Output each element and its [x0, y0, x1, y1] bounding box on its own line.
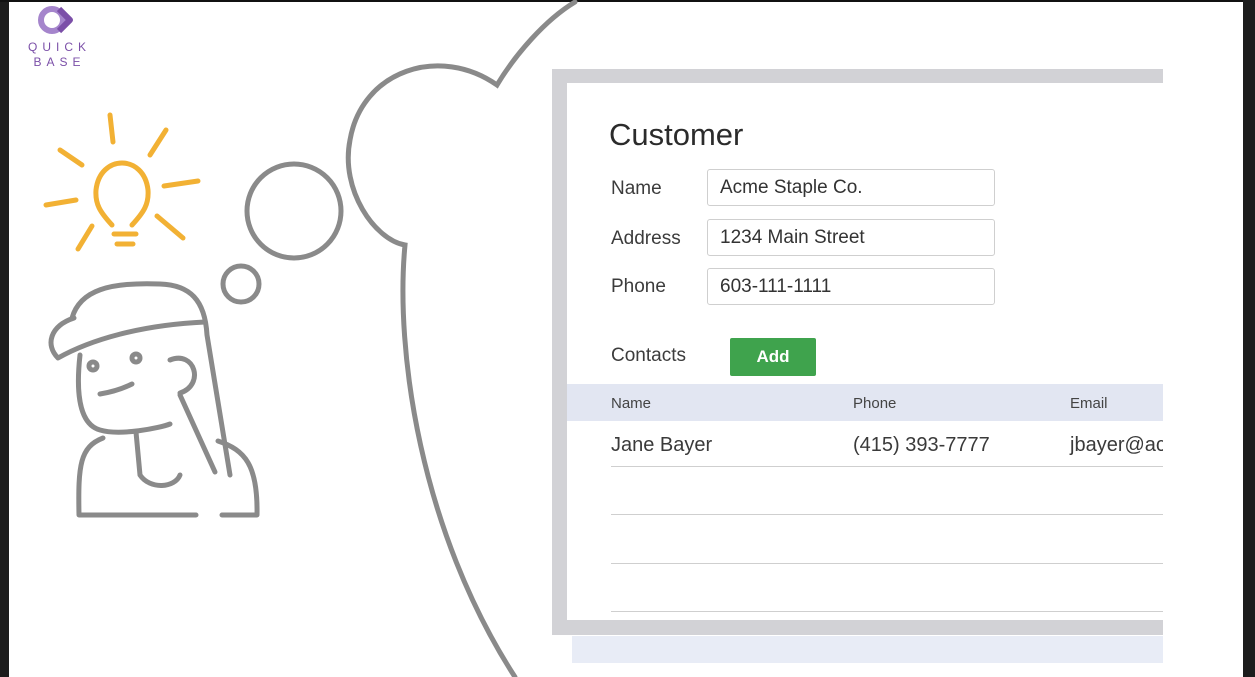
table-row-divider — [611, 466, 1163, 467]
quickbase-logo-icon — [38, 6, 73, 34]
table-row-divider — [611, 611, 1163, 612]
contacts-table-header: Name Phone Email — [567, 384, 1163, 421]
name-field[interactable] — [707, 169, 995, 206]
contact-email-cell: jbayer@ac — [1070, 434, 1163, 456]
customer-form-window: Customer Name Address Phone Contacts Add… — [552, 69, 1163, 635]
customer-form: Customer Name Address Phone Contacts Add… — [567, 83, 1163, 620]
thought-bubble-small-circle — [220, 263, 262, 305]
logo-text-base: BASE — [33, 55, 86, 69]
contact-phone-cell: (415) 393-7777 — [853, 434, 990, 456]
app-window-shadow — [572, 636, 1163, 663]
contact-name-cell: Jane Bayer — [611, 434, 713, 456]
contacts-label: Contacts — [611, 345, 686, 366]
thought-bubble — [345, 0, 578, 677]
thought-bubble-large-circle — [244, 161, 344, 261]
column-header-email[interactable]: Email — [1070, 395, 1108, 412]
column-header-name[interactable]: Name — [611, 395, 651, 412]
table-row-divider — [611, 563, 1163, 564]
add-contact-button[interactable]: Add — [730, 338, 816, 376]
address-field[interactable] — [707, 219, 995, 256]
column-header-phone[interactable]: Phone — [853, 395, 896, 412]
name-label: Name — [611, 178, 662, 199]
phone-label: Phone — [611, 276, 666, 297]
form-title: Customer — [609, 117, 744, 152]
quickbase-logo: QUICK BASE — [17, 5, 97, 70]
logo-text-quick: QUICK — [27, 40, 91, 54]
character-woman-with-cap — [48, 281, 260, 518]
lightbulb-icon — [43, 112, 201, 252]
address-label: Address — [611, 228, 681, 249]
table-row-divider — [611, 514, 1163, 515]
phone-field[interactable] — [707, 268, 995, 305]
